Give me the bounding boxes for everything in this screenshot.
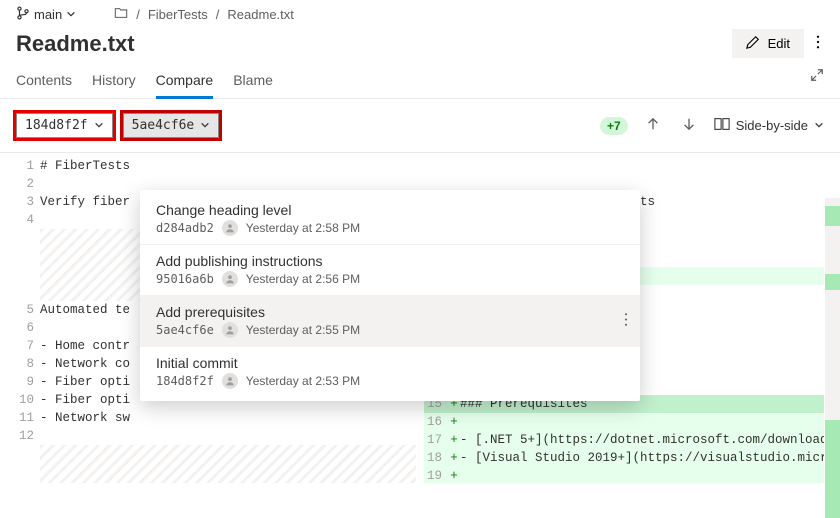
target-commit-picker[interactable]: 5ae4cf6e — [123, 113, 220, 138]
next-diff-button[interactable] — [678, 113, 700, 138]
commit-hash: d284adb2 — [156, 221, 214, 235]
collapsed-region — [40, 445, 416, 483]
commit-title: Initial commit — [156, 355, 624, 371]
tab-contents[interactable]: Contents — [16, 66, 72, 98]
breadcrumb-separator: / — [136, 7, 140, 22]
title-row: Readme.txt Edit — [0, 25, 840, 66]
commit-hash: 5ae4cf6e — [156, 323, 214, 337]
breadcrumb-item[interactable]: Readme.txt — [227, 7, 293, 22]
dropdown-item[interactable]: Initial commit 184d8f2f Yesterday at 2:5… — [140, 347, 640, 397]
commit-time: Yesterday at 2:53 PM — [246, 374, 360, 388]
commit-hash: 184d8f2f — [156, 374, 214, 388]
branch-selector[interactable]: main — [16, 6, 76, 23]
side-by-side-icon — [714, 117, 730, 134]
commit-title: Change heading level — [156, 202, 624, 218]
kebab-icon — [816, 37, 820, 52]
edit-label: Edit — [768, 36, 790, 51]
view-mode-label: Side-by-side — [736, 118, 808, 133]
kebab-icon[interactable] — [624, 313, 628, 330]
code-line: 18+- [Visual Studio 2019+](https://visua… — [424, 449, 824, 467]
pencil-icon — [746, 35, 760, 52]
commit-time: Yesterday at 2:55 PM — [246, 323, 360, 337]
base-hash: 184d8f2f — [25, 118, 88, 133]
edit-button[interactable]: Edit — [732, 29, 804, 58]
chevron-down-icon — [200, 118, 210, 133]
fullscreen-icon[interactable] — [810, 68, 824, 85]
tab-blame[interactable]: Blame — [233, 66, 273, 98]
commit-time: Yesterday at 2:58 PM — [246, 221, 360, 235]
tabs: Contents History Compare Blame — [0, 66, 840, 99]
breadcrumb-separator: / — [216, 7, 220, 22]
chevron-down-icon — [814, 118, 824, 133]
prev-diff-button[interactable] — [642, 113, 664, 138]
target-hash: 5ae4cf6e — [132, 118, 195, 133]
chevron-down-icon — [66, 7, 76, 22]
commit-hash: 95016a6b — [156, 272, 214, 286]
avatar-icon — [222, 322, 238, 338]
tab-compare[interactable]: Compare — [156, 66, 214, 99]
folder-icon[interactable] — [114, 6, 128, 23]
dropdown-item[interactable]: Change heading level d284adb2 Yesterday … — [140, 194, 640, 245]
avatar-icon — [222, 373, 238, 389]
breadcrumb: main / FiberTests / Readme.txt — [0, 0, 840, 25]
chevron-down-icon — [94, 118, 104, 133]
branch-name: main — [34, 7, 62, 22]
dropdown-item[interactable]: Add publishing instructions 95016a6b Yes… — [140, 245, 640, 296]
avatar-icon — [222, 271, 238, 287]
code-line: 12 — [16, 427, 416, 445]
dropdown-item[interactable]: Add prerequisites 5ae4cf6e Yesterday at … — [140, 296, 640, 347]
breadcrumb-item[interactable]: FiberTests — [148, 7, 208, 22]
code-line: 11- Network sw — [16, 409, 416, 427]
branch-icon — [16, 6, 30, 23]
compare-bar: 184d8f2f 5ae4cf6e +7 Side-by-side — [0, 99, 840, 153]
code-line: 16+ — [424, 413, 824, 431]
base-commit-picker[interactable]: 184d8f2f — [16, 113, 113, 138]
commit-title: Add publishing instructions — [156, 253, 624, 269]
code-line: 19+ — [424, 467, 824, 483]
overview-ruler[interactable] — [825, 198, 840, 518]
diff-badge: +7 — [600, 117, 628, 135]
commit-title: Add prerequisites — [156, 304, 624, 320]
commit-time: Yesterday at 2:56 PM — [246, 272, 360, 286]
avatar-icon — [222, 220, 238, 236]
tab-history[interactable]: History — [92, 66, 136, 98]
commit-dropdown: Change heading level d284adb2 Yesterday … — [140, 190, 640, 401]
page-title: Readme.txt — [16, 31, 135, 57]
more-button[interactable] — [812, 29, 824, 58]
code-line: 17+- [.NET 5+](https://dotnet.microsoft.… — [424, 431, 824, 449]
code-line: 1# FiberTests — [16, 157, 416, 175]
view-mode-picker[interactable]: Side-by-side — [714, 117, 824, 134]
